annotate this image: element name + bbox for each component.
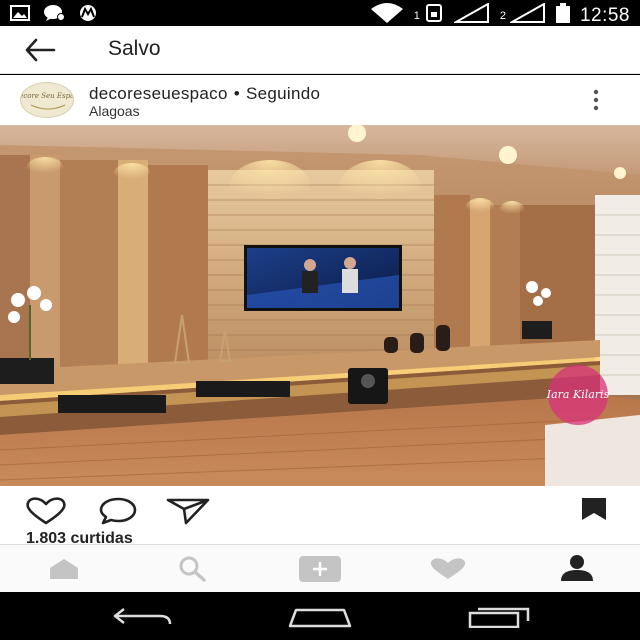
planter: [0, 358, 54, 384]
comment-icon: [99, 497, 137, 525]
media-device: [58, 395, 166, 413]
android-nav-bar: [0, 592, 640, 640]
sim1-label: 1: [413, 9, 420, 22]
no-sim-icon: [424, 3, 444, 28]
post-photo[interactable]: Iara Kilaris: [0, 125, 640, 486]
watermark-text: Iara Kilaris: [546, 388, 610, 401]
motorola-icon: [78, 4, 98, 27]
android-back-button[interactable]: [112, 606, 174, 633]
post-username[interactable]: decoreseuespaco • Seguindo: [89, 84, 320, 104]
status-clock: 12:58: [579, 4, 630, 26]
page-title: Salvo: [108, 37, 161, 60]
sofa: [545, 415, 640, 486]
more-vertical-icon: [593, 89, 599, 111]
share-icon: [166, 498, 210, 525]
heart-icon: [26, 497, 66, 525]
back-button[interactable]: [22, 36, 62, 64]
bottom-nav: [0, 544, 640, 592]
ceiling-light: [499, 146, 517, 164]
home-icon: [288, 608, 352, 628]
avatar-text: Decore Seu Espaço: [21, 92, 74, 100]
activity-icon: [430, 558, 466, 579]
comment-button[interactable]: [98, 496, 138, 531]
bookmark-icon: [582, 498, 606, 520]
arrow-left-icon: [25, 38, 56, 62]
android-home-button[interactable]: [286, 606, 354, 633]
share-button[interactable]: [166, 496, 210, 531]
recents-icon: [468, 607, 530, 629]
android-recents-button[interactable]: [466, 606, 532, 633]
sim2-label: 2: [499, 9, 506, 22]
home-icon: [50, 559, 78, 579]
living-room-image: Iara Kilaris: [0, 125, 640, 486]
image-icon: [10, 5, 30, 26]
back-icon: [113, 608, 172, 625]
nav-search[interactable]: [176, 555, 210, 588]
avatar[interactable]: Decore Seu Espaço: [20, 82, 74, 118]
profile-icon: [561, 555, 593, 581]
battery-icon: [555, 3, 570, 28]
save-button[interactable]: [580, 496, 608, 527]
more-options-button[interactable]: [588, 88, 604, 114]
post-location[interactable]: Alagoas: [89, 103, 140, 119]
nav-profile[interactable]: [558, 553, 596, 588]
wifi-icon: [370, 3, 404, 28]
messenger-icon: [42, 4, 66, 27]
media-device: [196, 381, 290, 397]
status-bar: 1 2 12:58: [0, 0, 640, 26]
signal-icon: [452, 2, 490, 28]
nav-add[interactable]: [298, 555, 342, 588]
username-text[interactable]: decoreseuespaco: [89, 84, 228, 103]
search-icon: [179, 556, 206, 582]
app-header: Salvo: [0, 26, 640, 74]
signal-icon: [508, 2, 546, 28]
post-header: Decore Seu Espaço decoreseuespaco • Seguin…: [0, 75, 640, 125]
separator-dot: •: [233, 84, 240, 103]
nav-home[interactable]: [46, 557, 82, 586]
nav-activity[interactable]: [428, 557, 468, 586]
ceiling-light: [614, 167, 626, 179]
follow-status[interactable]: Seguindo: [246, 84, 320, 103]
like-button[interactable]: [24, 496, 68, 531]
add-icon: [299, 556, 341, 582]
